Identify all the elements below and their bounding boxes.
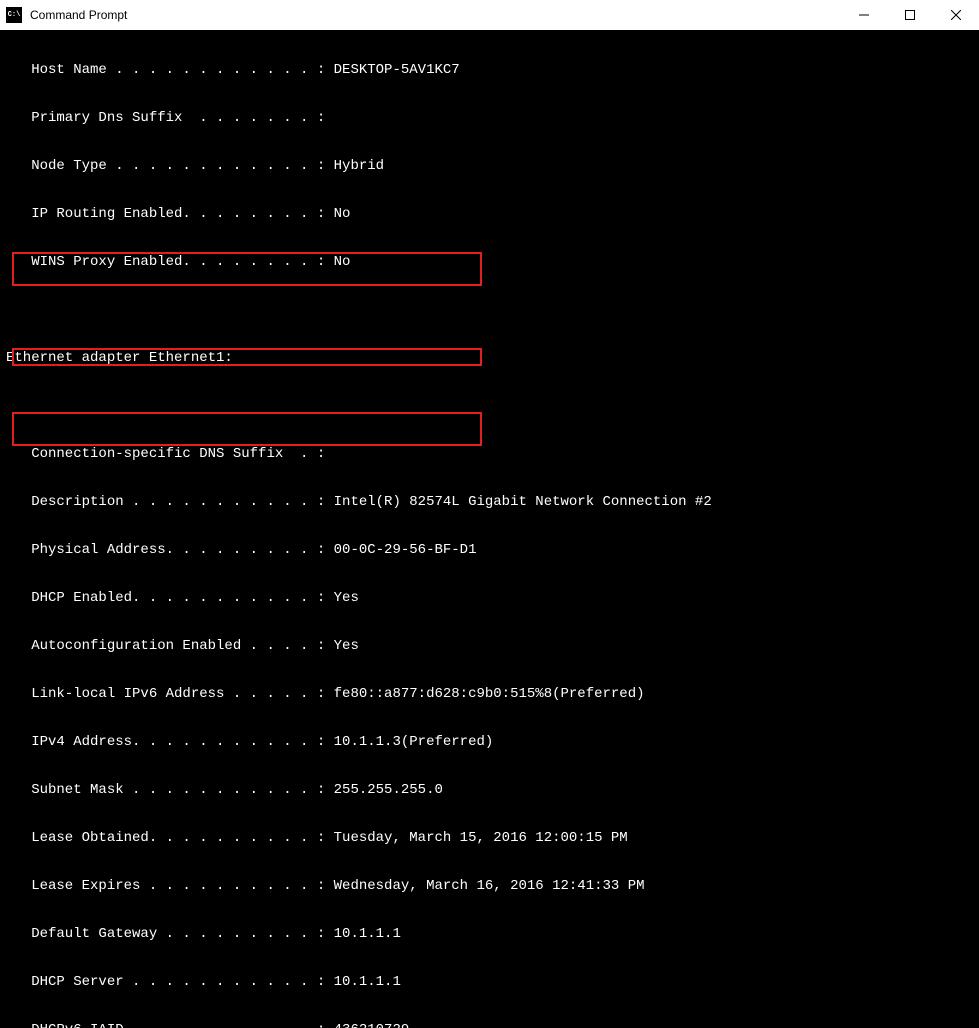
output-line: Physical Address. . . . . . . . . : 00-0… xyxy=(0,542,979,558)
section-header: Ethernet adapter Ethernet1: xyxy=(0,350,979,366)
terminal-area[interactable]: Host Name . . . . . . . . . . . . : DESK… xyxy=(0,30,979,1028)
blank-line xyxy=(0,302,979,318)
output-line: Node Type . . . . . . . . . . . . : Hybr… xyxy=(0,158,979,174)
maximize-button[interactable] xyxy=(887,0,933,30)
output-line: Description . . . . . . . . . . . : Inte… xyxy=(0,494,979,510)
output-line: Lease Expires . . . . . . . . . . : Wedn… xyxy=(0,878,979,894)
default-gateway-line: Default Gateway . . . . . . . . . : 10.1… xyxy=(0,926,979,942)
output-line: DHCPv6 IAID . . . . . . . . . . . : 4362… xyxy=(0,1022,979,1028)
titlebar: C:\ Command Prompt xyxy=(0,0,979,30)
output-line: WINS Proxy Enabled. . . . . . . . : No xyxy=(0,254,979,270)
cmd-icon: C:\ xyxy=(6,7,22,23)
window-controls xyxy=(841,0,979,30)
output-line: DHCP Server . . . . . . . . . . . : 10.1… xyxy=(0,974,979,990)
output-line: DHCP Enabled. . . . . . . . . . . : Yes xyxy=(0,590,979,606)
output-line: Connection-specific DNS Suffix . : xyxy=(0,446,979,462)
blank-line xyxy=(0,398,979,414)
window-title: Command Prompt xyxy=(28,8,841,22)
subnet-mask-line: Subnet Mask . . . . . . . . . . . : 255.… xyxy=(0,782,979,798)
output-line: IP Routing Enabled. . . . . . . . : No xyxy=(0,206,979,222)
output-line: Autoconfiguration Enabled . . . . : Yes xyxy=(0,638,979,654)
close-button[interactable] xyxy=(933,0,979,30)
cmd-icon-label: C:\ xyxy=(8,11,21,19)
output-line: Lease Obtained. . . . . . . . . . : Tues… xyxy=(0,830,979,846)
output-line: Primary Dns Suffix . . . . . . . : xyxy=(0,110,979,126)
ipv4-address-line: IPv4 Address. . . . . . . . . . . : 10.1… xyxy=(0,734,979,750)
minimize-button[interactable] xyxy=(841,0,887,30)
output-line: Host Name . . . . . . . . . . . . : DESK… xyxy=(0,62,979,78)
output-line: Link-local IPv6 Address . . . . . : fe80… xyxy=(0,686,979,702)
